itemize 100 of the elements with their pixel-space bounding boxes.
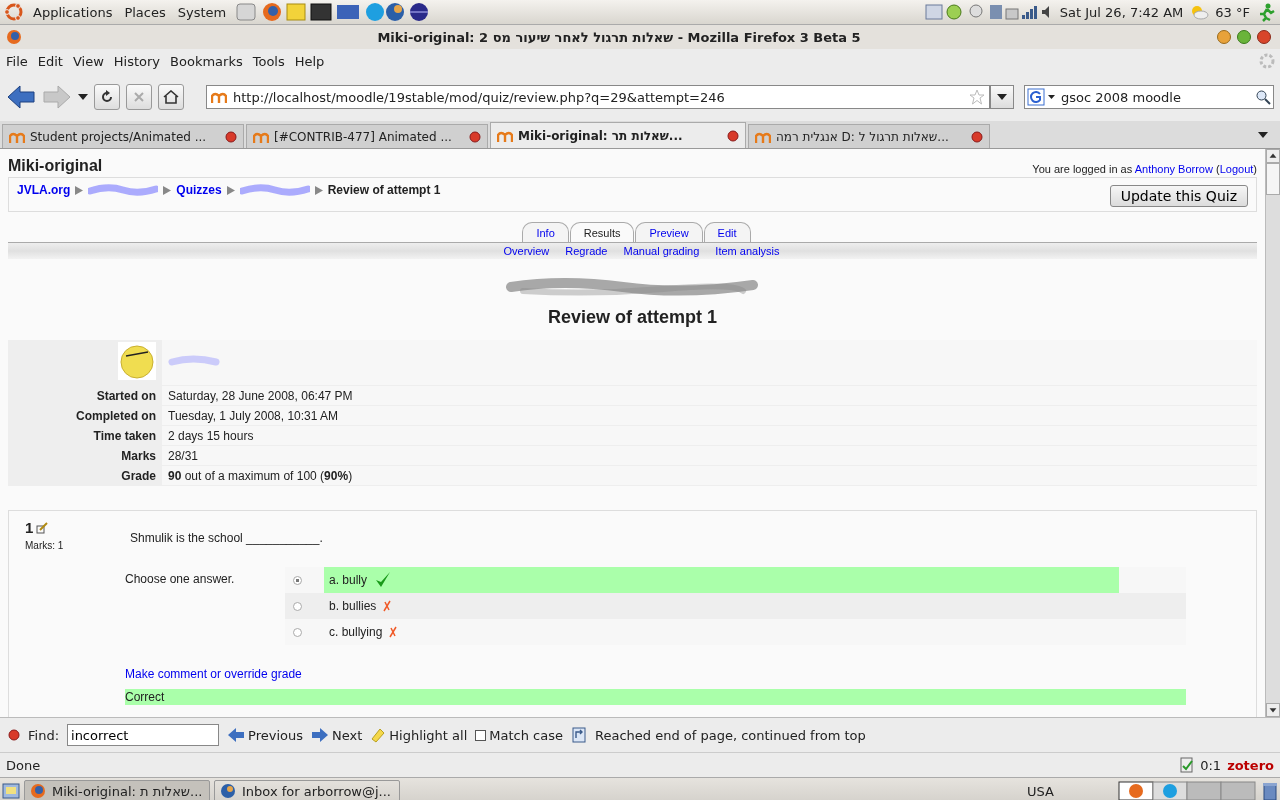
zotero-text[interactable]: zotero	[1227, 757, 1274, 773]
page-tab[interactable]: Info	[522, 222, 569, 242]
stop-button[interactable]	[126, 84, 152, 110]
google-logo-icon[interactable]	[1027, 88, 1057, 106]
summary-label: Completed on	[8, 405, 162, 426]
feedback-bar: Correct	[125, 689, 1186, 705]
browser-tab[interactable]: Miki-original: שאלות תר...	[490, 122, 746, 148]
temperature-text[interactable]: 63 °F	[1215, 4, 1250, 20]
page-tab[interactable]: Results	[569, 222, 635, 242]
question-number: 1	[25, 519, 34, 536]
menu-item[interactable]: File	[4, 53, 36, 69]
match-case-label[interactable]: Match case	[489, 727, 563, 743]
menu-item[interactable]: History	[111, 53, 169, 69]
close-icon[interactable]	[225, 130, 237, 143]
close-icon[interactable]	[8, 729, 20, 741]
close-icon[interactable]	[727, 129, 739, 142]
clock-text[interactable]: Sat Jul 26, 7:42 AM	[1059, 4, 1184, 20]
menu-item[interactable]: Tools	[250, 53, 293, 69]
search-field[interactable]: gsoc 2008 moodle	[1024, 85, 1274, 109]
summary-label: Time taken	[8, 425, 162, 446]
comment-link[interactable]: Make comment or override grade	[125, 667, 302, 681]
answer-label: b. bullies	[329, 599, 377, 613]
menu-item[interactable]: Bookmarks	[168, 53, 251, 69]
subtab-link[interactable]: Regrade	[565, 245, 608, 257]
scroll-thumb[interactable]	[1266, 163, 1280, 195]
highlighter-icon	[370, 727, 387, 743]
url-dropdown-button[interactable]	[990, 85, 1014, 109]
previous-button[interactable]: Previous	[227, 727, 303, 743]
find-field[interactable]: incorrect	[67, 724, 219, 746]
menu-item[interactable]: Edit	[35, 53, 71, 69]
menu-item[interactable]: View	[70, 53, 112, 69]
taskbar-window-button[interactable]: Miki-original: שאלות ת...	[24, 780, 210, 800]
ubuntu-logo-icon[interactable]	[4, 2, 24, 22]
answer-prompt: Choose one answer.	[125, 571, 236, 588]
summary-label: Marks	[8, 445, 162, 466]
search-icon[interactable]	[1255, 89, 1271, 105]
browser-tab[interactable]: Student projects/Animated ...	[2, 124, 244, 148]
logout-link[interactable]: Logout	[1219, 163, 1254, 175]
workspace-switcher-drawing[interactable]	[1118, 781, 1258, 800]
answer-radio[interactable]	[293, 601, 302, 611]
bookmark-star-icon[interactable]	[969, 89, 985, 105]
show-desktop-icon[interactable]	[2, 782, 20, 800]
document-check-icon[interactable]	[1180, 757, 1195, 773]
address-bar[interactable]: http://localhost/moodle/19stable/mod/quiz/review.php?q=29&attempt=246	[206, 85, 990, 109]
page-tab[interactable]: Edit	[703, 222, 751, 242]
match-case-checkbox[interactable]	[475, 729, 487, 741]
update-quiz-button[interactable]: Update this Quiz	[1109, 185, 1248, 207]
site-title: Miki-original	[8, 157, 103, 175]
redaction-smear	[88, 184, 159, 196]
history-dropdown-icon[interactable]	[78, 94, 88, 100]
browser-tab[interactable]: [#CONTRIB-477] Animated ...	[246, 124, 488, 148]
panel-menu[interactable]: Places	[121, 4, 169, 20]
scroll-up-icon[interactable]	[1266, 149, 1280, 163]
tab-list-dropdown-icon[interactable]	[1258, 131, 1268, 138]
keyboard-layout-text[interactable]: USA	[1027, 783, 1054, 799]
window-controls-drawing[interactable]	[1216, 29, 1274, 45]
avatar-icon	[118, 342, 156, 380]
vertical-scrollbar[interactable]	[1265, 149, 1280, 717]
answer-radio[interactable]	[293, 627, 302, 637]
firefox-logo-icon	[30, 783, 46, 799]
wrap-around-icon	[570, 726, 587, 744]
reload-button[interactable]	[94, 84, 120, 110]
menu-item[interactable]: Help	[292, 53, 333, 69]
panel-menu[interactable]: Applications	[30, 4, 116, 20]
subtab-link[interactable]: Manual grading	[623, 245, 700, 257]
find-label: Find:	[28, 727, 59, 743]
close-icon[interactable]	[469, 130, 481, 143]
firefox-logo-icon[interactable]	[6, 29, 22, 45]
page-tab[interactable]: Preview	[635, 222, 703, 242]
panel-menu[interactable]: System	[174, 4, 230, 20]
summary-value: 28/31	[162, 445, 1257, 466]
error-counter-text[interactable]: 0:1	[1200, 757, 1222, 773]
summary-label: Grade	[8, 465, 162, 486]
answer-radio[interactable]	[293, 575, 302, 585]
taskbar-window-button[interactable]: Inbox for arborrow@j...	[214, 780, 400, 800]
marks-text: Marks: 1	[25, 540, 65, 551]
redaction-smear	[168, 354, 220, 368]
question-text: Shmulik is the school ___________.	[130, 531, 324, 545]
breadcrumb-link[interactable]: JVLA.org	[17, 183, 71, 197]
browser-tab[interactable]: אנגלית רמה D: שאלות תרגול ל...	[748, 124, 990, 148]
scroll-down-icon[interactable]	[1266, 703, 1280, 717]
summary-value: 2 days 15 hours	[162, 425, 1257, 446]
close-icon[interactable]	[971, 130, 983, 143]
subtab-link[interactable]: Overview	[503, 245, 550, 257]
trash-icon[interactable]	[1262, 781, 1278, 800]
separator-arrow-icon	[314, 185, 323, 195]
moodle-favicon-icon	[211, 90, 227, 104]
next-button[interactable]: Next	[310, 727, 363, 743]
separator-arrow-icon	[75, 185, 84, 195]
right-arrow-icon	[310, 727, 329, 743]
breadcrumb-current: Review of attempt 1	[327, 183, 441, 197]
highlight-all-button[interactable]: Highlight all	[370, 727, 468, 743]
answer-label: c. bullying	[329, 625, 383, 639]
user-link[interactable]: Anthony Borrow	[1134, 163, 1213, 175]
back-arrow-icon[interactable]	[6, 83, 36, 111]
subtab-link[interactable]: Item analysis	[715, 245, 780, 257]
edit-icon[interactable]	[36, 521, 49, 534]
breadcrumb-link[interactable]: Quizzes	[176, 183, 222, 197]
separator-arrow-icon	[163, 185, 172, 195]
home-button[interactable]	[158, 84, 184, 110]
